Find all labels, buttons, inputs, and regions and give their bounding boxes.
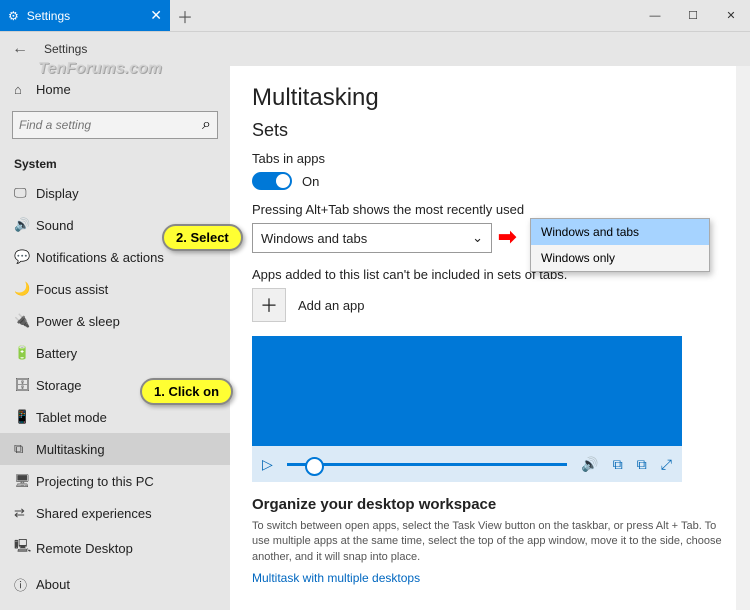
sidebar-icon: 🖳 — [14, 537, 36, 559]
sidebar-label: Shared experiences — [36, 506, 152, 521]
sidebar-icon: 💬 — [14, 249, 36, 265]
app-tab[interactable]: ⚙ Settings ✕ — [0, 0, 170, 31]
sidebar-item-tablet-mode[interactable]: 📱Tablet mode — [0, 401, 230, 433]
tabs-in-apps-label: Tabs in apps — [252, 151, 728, 166]
sidebar-icon: ⓘ — [14, 575, 36, 594]
organize-desc: To switch between open apps, select the … — [252, 519, 728, 565]
back-button[interactable]: ← — [12, 40, 28, 58]
sidebar-label: Display — [36, 186, 79, 201]
tabs-toggle[interactable]: On — [252, 172, 728, 190]
gear-icon: ⚙ — [8, 9, 19, 23]
minimize-button[interactable]: — — [636, 0, 674, 31]
sidebar-icon: 📱 — [14, 409, 36, 425]
tab-close-icon[interactable]: ✕ — [150, 7, 162, 24]
progress-slider[interactable] — [287, 463, 568, 466]
tab-title: Settings — [27, 9, 70, 23]
play-icon[interactable]: ▷ — [262, 456, 273, 473]
sidebar-label: Projecting to this PC — [36, 474, 154, 489]
header-title: Settings — [44, 42, 87, 56]
section-heading: Sets — [252, 120, 728, 141]
sidebar-label: Multitasking — [36, 442, 105, 457]
sidebar-label: Tablet mode — [36, 410, 107, 425]
sidebar-icon: 🔋 — [14, 345, 36, 361]
arrow-icon: ➡ — [498, 224, 516, 250]
window-controls: — ☐ ✕ — [636, 0, 750, 31]
chevron-down-icon: ⌄ — [472, 230, 483, 246]
sidebar-icon: 🖵 — [14, 185, 36, 201]
preview-panel — [252, 336, 682, 446]
add-app-row[interactable]: ＋ Add an app — [252, 288, 728, 322]
toggle-state: On — [302, 174, 319, 189]
close-button[interactable]: ✕ — [712, 0, 750, 31]
media-controls: ▷ 🔊 ⧉ ⧉ ⤢ — [252, 446, 682, 482]
sidebar-item-remote-desktop[interactable]: 🖳Remote Desktop — [0, 529, 230, 567]
search-input[interactable] — [19, 118, 202, 132]
sidebar-item-multitasking[interactable]: ⧉Multitasking — [0, 433, 230, 465]
sidebar-label: Sound — [36, 218, 74, 233]
sound-icon[interactable]: 🔊 — [581, 456, 598, 473]
new-tab-button[interactable]: ＋ — [170, 0, 200, 31]
sidebar-label: About — [36, 577, 70, 592]
home-icon: ⌂ — [14, 82, 36, 97]
sidebar-icon: ⇄ — [14, 505, 36, 521]
sidebar-item-home[interactable]: ⌂ Home — [0, 74, 230, 105]
add-app-label: Add an app — [298, 298, 365, 313]
search-icon: ⌕ — [202, 116, 211, 134]
dropdown-value: Windows and tabs — [261, 231, 367, 246]
sidebar-section: System — [0, 149, 230, 177]
watermark: TenForums.com — [38, 60, 162, 78]
cast-icon[interactable]: ⧉ — [637, 456, 647, 473]
page-title: Multitasking — [252, 84, 728, 112]
dropdown-popup: Windows and tabs Windows only — [530, 218, 710, 272]
popup-option-windows-only[interactable]: Windows only — [531, 245, 709, 271]
multitask-link[interactable]: Multitask with multiple desktops — [252, 571, 728, 585]
sidebar-icon: ⧉ — [14, 441, 36, 457]
captions-icon[interactable]: ⧉ — [613, 456, 623, 473]
plus-icon: ＋ — [260, 292, 278, 318]
sidebar-item-display[interactable]: 🖵Display — [0, 177, 230, 209]
organize-heading: Organize your desktop workspace — [252, 496, 728, 513]
sidebar-item-projecting-to-this-pc[interactable]: 🖥Projecting to this PC — [0, 465, 230, 497]
content-panel: Multitasking Sets Tabs in apps On Pressi… — [230, 66, 750, 610]
sidebar-item-focus-assist[interactable]: 🌙Focus assist — [0, 273, 230, 305]
callout-2: 2. Select — [162, 224, 243, 251]
sidebar-label: Notifications & actions — [36, 250, 164, 265]
maximize-button[interactable]: ☐ — [674, 0, 712, 31]
fullscreen-icon[interactable]: ⤢ — [661, 456, 672, 473]
sidebar-label: Remote Desktop — [36, 541, 133, 556]
sidebar-item-about[interactable]: ⓘAbout — [0, 567, 230, 602]
alttab-dropdown[interactable]: Windows and tabs ⌄ — [252, 223, 492, 253]
sidebar-label: Power & sleep — [36, 314, 120, 329]
alttab-label: Pressing Alt+Tab shows the most recently… — [252, 202, 728, 217]
sidebar-item-battery[interactable]: 🔋Battery — [0, 337, 230, 369]
scrollbar[interactable] — [736, 66, 750, 610]
sidebar-icon: 🔊 — [14, 217, 36, 233]
sidebar-item-power-sleep[interactable]: 🔌Power & sleep — [0, 305, 230, 337]
sidebar-icon: 🖥 — [14, 473, 36, 489]
search-box[interactable]: ⌕ — [12, 111, 218, 139]
sidebar-label: Focus assist — [36, 282, 108, 297]
sidebar-label: Battery — [36, 346, 77, 361]
sidebar: ⌂ Home ⌕ System 🖵Display 🔊Sound 💬Notificat… — [0, 66, 230, 610]
sidebar-label: Storage — [36, 378, 82, 393]
titlebar: ⚙ Settings ✕ ＋ — ☐ ✕ — [0, 0, 750, 32]
toggle-switch-icon[interactable] — [252, 172, 292, 190]
sidebar-item-shared-experiences[interactable]: ⇄Shared experiences — [0, 497, 230, 529]
sidebar-label: Home — [36, 82, 71, 97]
sidebar-icon: 🗄 — [14, 377, 36, 393]
sidebar-icon: 🌙 — [14, 281, 36, 297]
callout-1: 1. Click on — [140, 378, 233, 405]
sidebar-icon: 🔌 — [14, 313, 36, 329]
popup-option-windows-tabs[interactable]: Windows and tabs — [531, 219, 709, 245]
add-button[interactable]: ＋ — [252, 288, 286, 322]
